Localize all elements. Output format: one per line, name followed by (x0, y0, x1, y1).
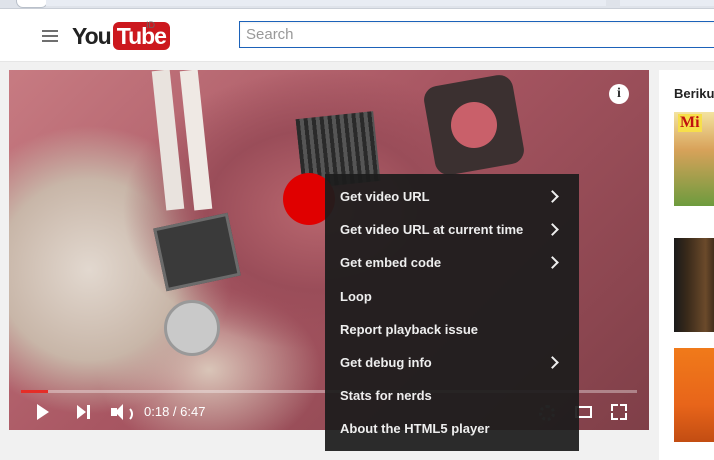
context-menu: Get video URL Get video URL at current t… (325, 174, 579, 451)
youtube-logo[interactable]: You Tube ID (72, 20, 170, 50)
related-sidebar: Berikut Mi (659, 70, 714, 460)
volume-icon[interactable] (111, 403, 133, 422)
next-icon[interactable] (77, 405, 91, 419)
related-video-thumbnail[interactable]: Mi (674, 112, 714, 206)
play-icon[interactable] (37, 404, 49, 420)
menu-item-get-embed-code[interactable]: Get embed code (325, 246, 579, 279)
browser-tab-edge (16, 0, 48, 8)
menu-item-label: Stats for nerds (340, 388, 432, 404)
info-icon[interactable]: i (609, 84, 629, 104)
cpu-fan-image (421, 72, 527, 178)
menu-item-get-video-url[interactable]: Get video URL (325, 180, 579, 213)
browser-toolbar-strip (620, 0, 714, 6)
browser-address-strip (46, 0, 606, 6)
chevron-right-icon (546, 190, 559, 203)
logo-tube-text: Tube (112, 22, 170, 50)
masthead: You Tube ID (0, 9, 714, 62)
chevron-right-icon (546, 356, 559, 369)
menu-item-label: Get embed code (340, 255, 442, 271)
time-display: 0:18 / 6:47 (144, 404, 206, 419)
fullscreen-icon[interactable] (611, 404, 627, 420)
chevron-right-icon (546, 256, 559, 270)
guide-menu-icon[interactable] (42, 30, 58, 42)
menu-item-get-video-url-current-time[interactable]: Get video URL at current time (325, 213, 579, 246)
menu-item-label: About the HTML5 player (340, 421, 490, 437)
menu-item-label: Get debug info (340, 354, 432, 370)
menu-item-loop[interactable]: Loop (325, 280, 579, 313)
menu-item-label: Report playback issue (340, 321, 478, 337)
menu-item-stats-for-nerds[interactable]: Stats for nerds (325, 379, 579, 412)
menu-item-label: Get video URL (340, 189, 430, 204)
related-video-thumbnail[interactable] (674, 348, 714, 442)
thumbnail-text: Mi (678, 114, 702, 132)
menu-item-label: Loop (340, 288, 372, 304)
menu-item-about-html5-player[interactable]: About the HTML5 player (325, 412, 579, 445)
menu-item-get-debug-info[interactable]: Get debug info (325, 346, 579, 379)
related-video-thumbnail[interactable] (674, 238, 714, 332)
chipset-image (153, 212, 241, 292)
chevron-right-icon (546, 223, 559, 237)
pci-slot-image (179, 70, 213, 211)
up-next-title: Berikut (674, 86, 714, 101)
search-input[interactable] (239, 21, 714, 48)
logo-country-code: ID (146, 20, 155, 30)
progress-bar-fill (21, 390, 49, 393)
cmos-battery-image (164, 300, 220, 356)
browser-tab-strip (0, 0, 714, 9)
logo-you-text: You (72, 22, 112, 49)
pci-slot-image (151, 70, 185, 211)
menu-item-report-playback-issue[interactable]: Report playback issue (325, 313, 579, 346)
menu-item-label: Get video URL at current time (340, 222, 524, 238)
